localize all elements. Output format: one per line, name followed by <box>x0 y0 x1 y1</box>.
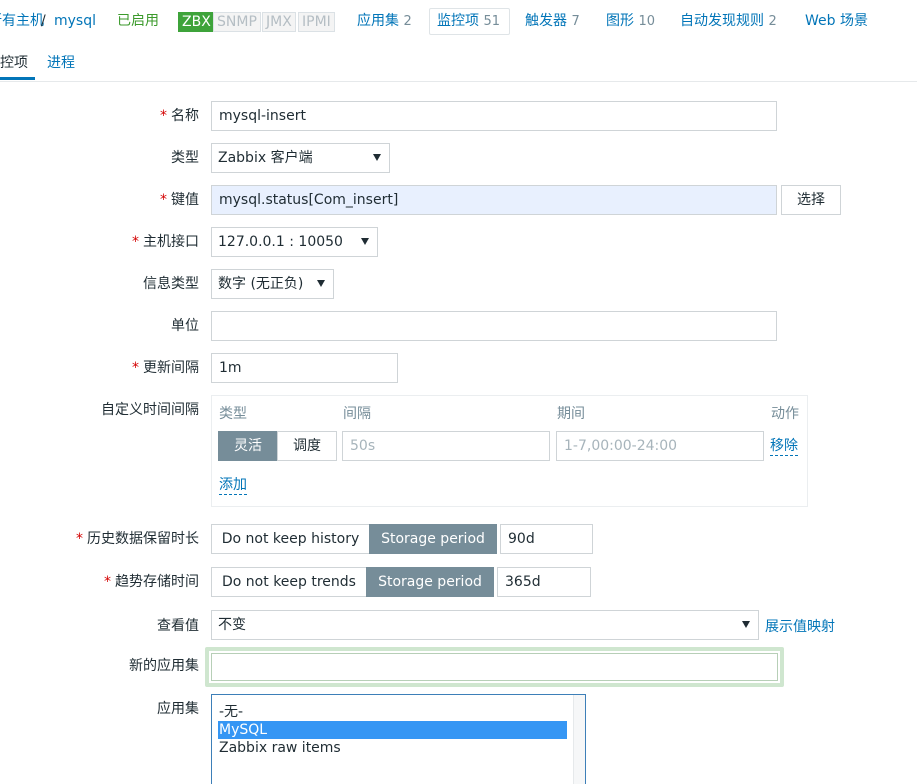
show-value-mappings-link[interactable]: 展示值映射 <box>765 618 835 636</box>
active-subtab-indicator <box>0 77 35 80</box>
trends-period-input[interactable]: 365d <box>497 567 591 597</box>
host-status-enabled: 已启用 <box>117 13 159 29</box>
trends-label: * 趋势存储时间 <box>104 574 199 590</box>
key-label: * 键值 <box>160 192 199 208</box>
info-type-label: 信息类型 <box>143 276 199 292</box>
update-interval-label: * 更新间隔 <box>132 360 199 376</box>
application-option-none[interactable]: -无- <box>218 703 243 721</box>
tab-graphs-count: 10 <box>638 14 655 29</box>
history-storage-period-toggle[interactable]: Storage period <box>369 524 497 554</box>
flexible-toggle[interactable]: 灵活 <box>218 431 278 461</box>
tab-items[interactable]: 监控项 51 <box>437 12 500 31</box>
tab-discovery-rules-count: 2 <box>768 14 777 29</box>
custom-col-action: 动作 <box>771 406 799 422</box>
value-map-select-value: 不变 <box>218 617 246 633</box>
info-type-select[interactable]: 数字 (无正负) <box>211 269 334 299</box>
subtab-item[interactable]: 监控项 <box>0 54 28 72</box>
application-option-zabbix-raw[interactable]: Zabbix raw items <box>218 739 341 757</box>
history-period-input[interactable]: 90d <box>500 524 593 554</box>
units-label: 单位 <box>171 318 199 334</box>
breadcrumb-host[interactable]: mysql <box>54 12 96 30</box>
tab-discovery-rules-label: 自动发现规则 <box>680 13 764 29</box>
update-interval-input[interactable]: 1m <box>211 353 398 383</box>
name-input[interactable]: mysql-insert <box>211 101 777 131</box>
applications-label: 应用集 <box>157 701 199 717</box>
trends-storage-period-toggle[interactable]: Storage period <box>366 567 494 597</box>
custom-col-type: 类型 <box>219 406 247 422</box>
chevron-down-icon <box>361 238 369 245</box>
applications-listbox[interactable]: -无- MySQL Zabbix raw items <box>211 694 586 784</box>
host-interface-label: * 主机接口 <box>132 234 199 250</box>
item-sub-tabs: 监控项 进程 <box>0 44 917 82</box>
availability-snmp-badge: SNMP <box>213 12 261 32</box>
breadcrumb-separator: / <box>41 13 46 29</box>
tab-graphs-label: 图形 <box>606 13 634 29</box>
availability-ipmi-badge: IPMI <box>298 12 335 32</box>
availability-jmx-badge: JMX <box>262 12 296 32</box>
custom-intervals-label: 自定义时间间隔 <box>101 402 199 418</box>
tab-items-label: 监控项 <box>437 13 479 29</box>
tab-applications-label: 应用集 <box>357 13 399 29</box>
new-application-focus-ring <box>205 647 784 687</box>
custom-col-period: 期间 <box>557 406 585 422</box>
custom-interval-input[interactable]: 50s <box>342 431 550 461</box>
value-map-select[interactable]: 不变 <box>211 610 759 640</box>
new-application-input[interactable] <box>211 653 778 681</box>
tab-web-scenarios[interactable]: Web 场景 <box>805 12 868 30</box>
key-input[interactable]: mysql.status[Com_insert] <box>211 185 777 215</box>
scheduling-toggle[interactable]: 调度 <box>277 431 337 461</box>
availability-zbx-badge: ZBX <box>178 12 215 32</box>
units-input[interactable] <box>211 311 777 341</box>
chevron-down-icon <box>742 621 750 628</box>
info-type-select-value: 数字 (无正负) <box>218 276 304 292</box>
name-label: * 名称 <box>160 108 199 124</box>
type-select[interactable]: Zabbix 客户端 <box>211 143 390 173</box>
new-application-label: 新的应用集 <box>129 658 199 674</box>
listbox-scrollbar[interactable] <box>573 695 585 784</box>
type-select-value: Zabbix 客户端 <box>218 150 313 166</box>
type-label: 类型 <box>171 150 199 166</box>
remove-interval-link[interactable]: 移除 <box>770 437 798 456</box>
tab-discovery-rules[interactable]: 自动发现规则 2 <box>680 12 777 31</box>
tab-triggers-label: 触发器 <box>525 13 567 29</box>
chevron-down-icon <box>317 280 325 287</box>
application-option-mysql[interactable]: MySQL <box>218 721 567 739</box>
host-interface-select[interactable]: 127.0.0.1 : 10050 <box>211 227 378 257</box>
tab-items-count: 51 <box>483 14 500 29</box>
tab-triggers-count: 7 <box>571 14 580 29</box>
custom-period-input[interactable]: 1-7,00:00-24:00 <box>556 431 764 461</box>
tab-triggers[interactable]: 触发器 7 <box>525 12 580 31</box>
custom-intervals-table: 类型 间隔 期间 动作 灵活 调度 50s 1-7,00:00-24:00 移除… <box>211 395 808 507</box>
chevron-down-icon <box>373 154 381 161</box>
history-do-not-keep-toggle[interactable]: Do not keep history <box>211 524 370 554</box>
tab-applications-count: 2 <box>403 14 412 29</box>
tab-applications[interactable]: 应用集 2 <box>357 12 412 31</box>
history-label: * 历史数据保留时长 <box>76 531 199 547</box>
custom-col-interval: 间隔 <box>343 406 371 422</box>
value-map-label: 查看值 <box>157 618 199 634</box>
trends-do-not-keep-toggle[interactable]: Do not keep trends <box>211 567 367 597</box>
tab-graphs[interactable]: 图形 10 <box>606 12 655 31</box>
host-interface-select-value: 127.0.0.1 : 10050 <box>218 234 343 250</box>
subtab-preprocessing[interactable]: 进程 <box>47 54 75 72</box>
add-interval-link[interactable]: 添加 <box>219 476 247 495</box>
breadcrumb-all-hosts[interactable]: 所有主机 <box>0 12 44 30</box>
host-navigation-bar: 所有主机 / mysql 已启用 ZBX SNMP JMX IPMI 应用集 2… <box>0 0 917 42</box>
key-select-button[interactable]: 选择 <box>781 185 841 215</box>
